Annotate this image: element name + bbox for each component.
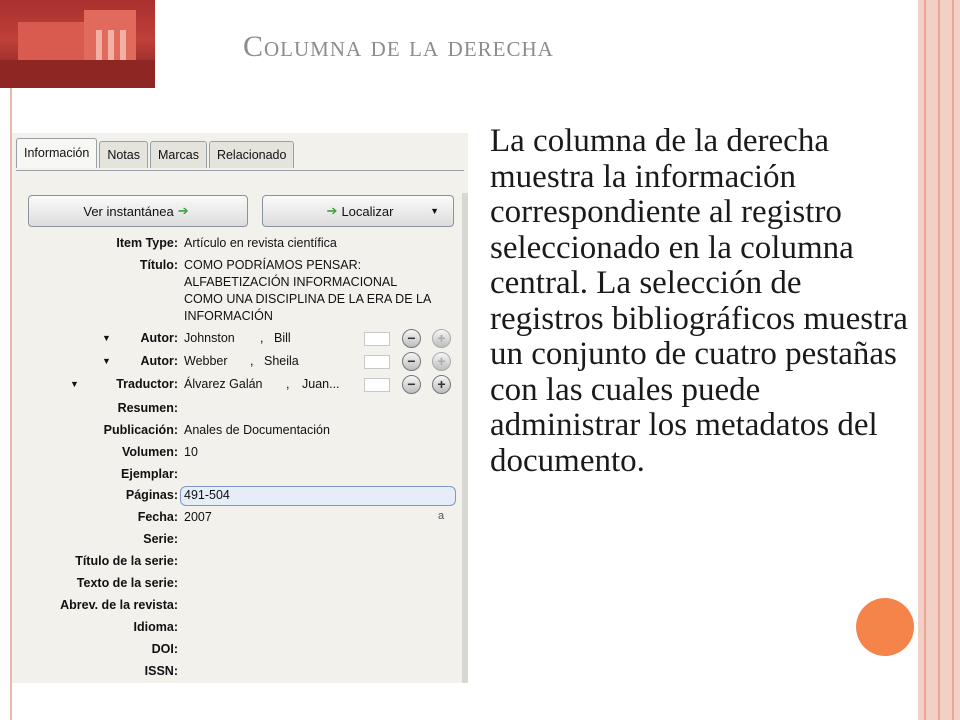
minus-circle-icon[interactable]: − <box>402 329 421 348</box>
slide-body-text: La columna de la derecha muestra la info… <box>490 123 908 479</box>
zotero-right-pane: Información Notas Marcas Relacionado Ver… <box>12 133 468 683</box>
locate-button[interactable]: ➔ Localizar ▼ <box>262 195 454 227</box>
green-arrow-icon: ➔ <box>326 203 338 218</box>
decorative-orb <box>856 598 914 656</box>
minus-circle-icon[interactable]: − <box>402 375 421 394</box>
tab-informacion[interactable]: Información <box>16 138 98 168</box>
field-row-pages: Páginas: 491-504 <box>12 486 468 508</box>
field-row-publication: Publicación: Anales de Documentación <box>12 421 468 443</box>
right-decoration <box>918 0 960 720</box>
field-label: Volumen: <box>121 445 178 459</box>
field-label: Texto de la serie: <box>76 576 178 590</box>
field-row-volume: Volumen: 10 <box>12 443 468 465</box>
title-line[interactable]: COMO PODRÍAMOS PENSAR: <box>184 258 361 272</box>
field-label: ISSN: <box>144 664 178 678</box>
locate-label: Localizar <box>341 203 394 219</box>
field-label: Autor: <box>140 331 179 345</box>
author-last-name[interactable]: Webber <box>184 354 228 368</box>
tab-divider <box>16 170 464 171</box>
field-value[interactable]: 2007 <box>184 510 212 524</box>
triangle-down-icon[interactable]: ▼ <box>70 379 79 389</box>
field-label: Item Type: <box>116 236 178 250</box>
field-row-author: ▼ Autor: Webber , Sheila − + <box>12 352 468 374</box>
field-value[interactable]: 10 <box>184 445 198 459</box>
field-row-issue: Ejemplar: <box>12 465 468 487</box>
triangle-down-icon[interactable]: ▼ <box>102 333 111 343</box>
tab-relacionado[interactable]: Relacionado <box>208 141 295 168</box>
title-line[interactable]: COMO UNA DISCIPLINA DE LA ERA DE LA <box>184 292 431 306</box>
field-row-series-title: Título de la serie: <box>12 552 468 574</box>
name-separator: , <box>286 377 290 391</box>
field-row-series: Serie: <box>12 530 468 552</box>
tab-marcas[interactable]: Marcas <box>149 141 207 168</box>
field-label: Abrev. de la revista: <box>60 598 178 612</box>
field-label: Traductor: <box>116 377 178 391</box>
snapshot-label: Ver instantánea <box>83 203 174 219</box>
field-row-date: Fecha: 2007 a <box>12 508 468 530</box>
field-label: Páginas: <box>125 488 178 502</box>
field-label: Título: <box>139 258 178 272</box>
name-mode-toggle[interactable] <box>364 378 390 392</box>
slide-title: Columna de la derecha <box>243 30 554 63</box>
field-label: DOI: <box>151 642 178 656</box>
field-row-journal-abbr: Abrev. de la revista: <box>12 596 468 618</box>
translator-first-name[interactable]: Juan... <box>302 377 340 391</box>
view-snapshot-button[interactable]: Ver instantánea ➔ <box>28 195 248 227</box>
field-row-abstract: Resumen: <box>12 399 468 421</box>
field-row-issn: ISSN: <box>12 662 468 683</box>
tab-bar: Información Notas Marcas Relacionado <box>16 138 296 171</box>
name-mode-toggle[interactable] <box>364 332 390 346</box>
title-line[interactable]: ALFABETIZACIÓN INFORMACIONAL <box>184 275 397 289</box>
pane-scroll-edge[interactable] <box>462 193 468 683</box>
name-separator: , <box>260 331 264 345</box>
field-row-item-type: Item Type: Artículo en revista científic… <box>12 234 468 256</box>
plus-circle-icon[interactable]: + <box>432 375 451 394</box>
field-label: Fecha: <box>137 510 178 524</box>
field-label: Título de la serie: <box>75 554 178 568</box>
title-line[interactable]: INFORMACIÓN <box>184 309 273 323</box>
field-row-doi: DOI: <box>12 640 468 662</box>
plus-circle-icon[interactable]: + <box>432 329 451 348</box>
author-first-name[interactable]: Bill <box>274 331 291 345</box>
field-label: Autor: <box>140 354 179 368</box>
tab-notas[interactable]: Notas <box>99 141 148 168</box>
name-separator: , <box>250 354 254 368</box>
field-label: Idioma: <box>133 620 178 634</box>
field-row-title: Título: COMO PODRÍAMOS PENSAR: ALFABETIZ… <box>12 256 468 328</box>
author-last-name[interactable]: Johnston <box>184 331 235 345</box>
plus-circle-icon[interactable]: + <box>432 352 451 371</box>
field-row-author: ▼ Autor: Johnston , Bill − + <box>12 329 468 351</box>
triangle-down-icon[interactable]: ▼ <box>102 356 111 366</box>
field-label: Resumen: <box>117 401 178 415</box>
author-first-name[interactable]: Sheila <box>264 354 299 368</box>
field-row-language: Idioma: <box>12 618 468 640</box>
field-label: Publicación: <box>103 423 178 437</box>
field-label: Ejemplar: <box>121 467 178 481</box>
field-row-series-text: Texto de la serie: <box>12 574 468 596</box>
field-row-translator: ▼ Traductor: Álvarez Galán , Juan... − + <box>12 375 468 397</box>
field-value[interactable]: Artículo en revista científica <box>184 236 337 250</box>
date-format-marker: a <box>438 510 445 522</box>
minus-circle-icon[interactable]: − <box>402 352 421 371</box>
field-value[interactable]: Anales de Documentación <box>184 423 330 437</box>
chevron-down-icon: ▼ <box>430 206 439 216</box>
green-arrow-icon: ➔ <box>177 203 189 218</box>
pages-input[interactable]: 491-504 <box>184 488 230 502</box>
building-logo <box>0 0 155 88</box>
field-label: Serie: <box>143 532 178 546</box>
name-mode-toggle[interactable] <box>364 355 390 369</box>
translator-last-name[interactable]: Álvarez Galán <box>184 377 263 391</box>
